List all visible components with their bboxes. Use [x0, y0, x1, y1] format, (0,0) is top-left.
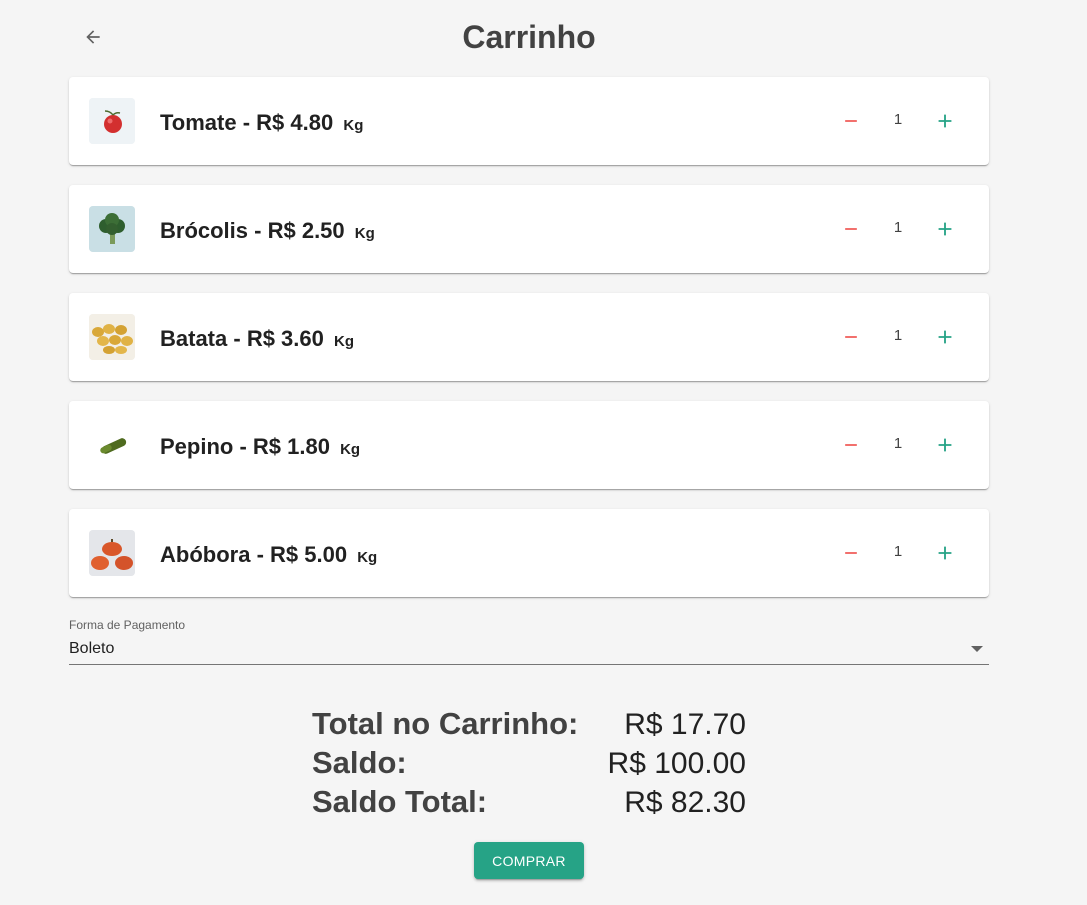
item-unit: Kg [354, 225, 375, 242]
balance-row: Saldo: R$ 100.00 [312, 743, 746, 782]
cart-item: Pepino - R$ 1.80 Kg 1 [69, 401, 989, 489]
item-price: - R$ 4.80 [242, 110, 334, 135]
page-title: Carrinho [462, 19, 596, 55]
total-value: R$ 17.70 [624, 708, 746, 741]
cart-summary: Total no Carrinho: R$ 17.70 Saldo: R$ 10… [312, 704, 746, 821]
balance-label: Saldo: [312, 745, 407, 780]
decrease-quantity-button[interactable] [837, 215, 865, 243]
item-title: Batata - R$ 3.60 Kg [160, 325, 354, 356]
cart-item: Abóbora - R$ 5.00 Kg 1 [69, 509, 989, 597]
quantity-value: 1 [893, 111, 903, 128]
cucumber-image [89, 422, 135, 468]
quantity-value: 1 [893, 435, 903, 452]
plus-icon [938, 222, 952, 236]
plus-icon [938, 438, 952, 452]
item-title: Abóbora - R$ 5.00 Kg [160, 541, 377, 572]
payment-method-select[interactable]: Boleto [69, 634, 989, 665]
item-unit: Kg [340, 441, 361, 458]
decrease-quantity-button[interactable] [837, 539, 865, 567]
payment-method-value: Boleto [69, 640, 115, 657]
payment-method-field: Forma de Pagamento Boleto [69, 618, 989, 665]
quantity-value: 1 [893, 219, 903, 236]
minus-icon [845, 336, 857, 338]
minus-icon [845, 120, 857, 122]
cart-item: Brócolis - R$ 2.50 Kg 1 [69, 185, 989, 273]
broccoli-image [89, 206, 135, 252]
potatoes-image [89, 314, 135, 360]
decrease-quantity-button[interactable] [837, 431, 865, 459]
total-label: Total no Carrinho: [312, 706, 579, 741]
item-name: Batata [160, 326, 228, 351]
item-name: Brócolis [160, 218, 249, 243]
quantity-value: 1 [893, 543, 903, 560]
final-balance-value: R$ 82.30 [624, 786, 746, 819]
item-price: - R$ 5.00 [256, 542, 348, 567]
decrease-quantity-button[interactable] [837, 107, 865, 135]
balance-value: R$ 100.00 [607, 747, 746, 780]
increase-quantity-button[interactable] [931, 107, 959, 135]
buy-button[interactable]: COMPRAR [474, 842, 584, 879]
item-name: Pepino [160, 434, 234, 459]
decrease-quantity-button[interactable] [837, 323, 865, 351]
plus-icon [938, 546, 952, 560]
item-price: - R$ 1.80 [239, 434, 330, 459]
plus-icon [938, 330, 952, 344]
payment-method-label: Forma de Pagamento [69, 618, 186, 632]
item-unit: Kg [343, 117, 364, 134]
increase-quantity-button[interactable] [931, 323, 959, 351]
item-title: Tomate - R$ 4.80 Kg [160, 109, 363, 140]
item-title: Pepino - R$ 1.80 Kg [160, 433, 360, 464]
final-balance-label: Saldo Total: [312, 784, 488, 819]
minus-icon [845, 228, 857, 230]
item-name: Tomate [160, 110, 237, 135]
minus-icon [845, 552, 857, 554]
cart-item: Batata - R$ 3.60 Kg 1 [69, 293, 989, 381]
final-balance-row: Saldo Total: R$ 82.30 [312, 782, 746, 821]
item-price: - R$ 2.50 [254, 218, 345, 243]
increase-quantity-button[interactable] [931, 539, 959, 567]
item-unit: Kg [334, 333, 354, 350]
total-row: Total no Carrinho: R$ 17.70 [312, 704, 746, 743]
plus-icon [938, 114, 952, 128]
minus-icon [845, 444, 857, 446]
item-name: Abóbora [160, 542, 251, 567]
increase-quantity-button[interactable] [931, 215, 959, 243]
quantity-value: 1 [893, 327, 903, 344]
item-title: Brócolis - R$ 2.50 Kg [160, 217, 375, 248]
cart-item: Tomate - R$ 4.80 Kg 1 [69, 77, 989, 165]
caret-down-icon [971, 646, 983, 652]
pumpkin-image [89, 530, 135, 576]
item-price: - R$ 3.60 [233, 326, 324, 351]
cart-list: Tomate - R$ 4.80 Kg 1 Brócolis - R$ 2.50 [69, 77, 989, 617]
increase-quantity-button[interactable] [931, 431, 959, 459]
item-unit: Kg [357, 549, 378, 566]
tomato-image [89, 98, 135, 144]
